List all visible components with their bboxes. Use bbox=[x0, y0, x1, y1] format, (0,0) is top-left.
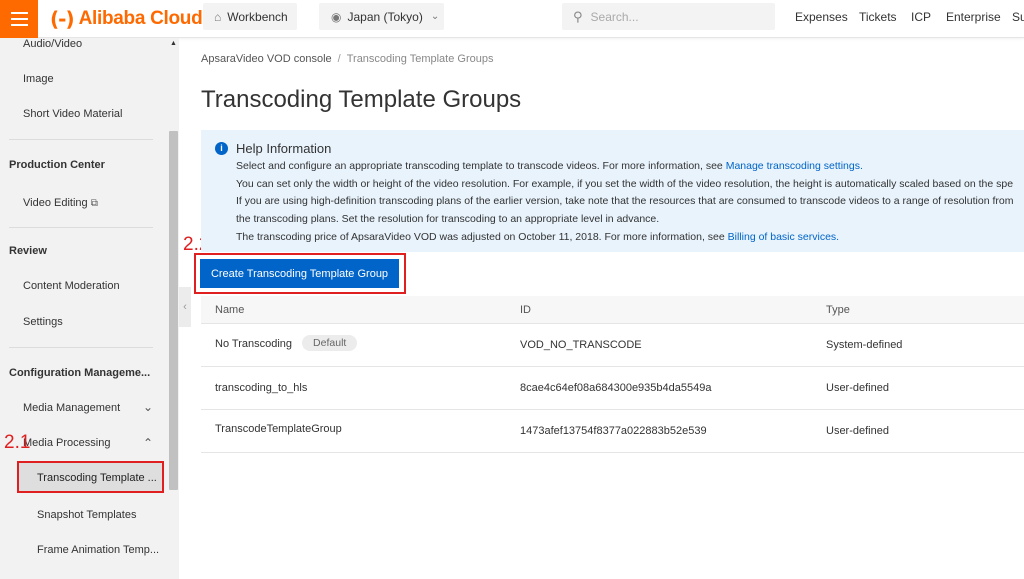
page-title: Transcoding Template Groups bbox=[201, 86, 522, 113]
column-header-name: Name bbox=[215, 304, 245, 316]
top-navigation-bar: (-) Alibaba Cloud ⌂ Workbench ◉ Japan (T… bbox=[0, 0, 1024, 38]
sidebar: Audio/Video ▲ Image Short Video Material… bbox=[0, 38, 179, 579]
table-row[interactable]: transcoding_to_hls 8cae4c64ef08a684300e9… bbox=[201, 367, 1024, 410]
sidebar-item-content-moderation[interactable]: Content Moderation bbox=[23, 280, 120, 292]
manage-transcoding-settings-link[interactable]: Manage transcoding settings. bbox=[726, 160, 863, 172]
row-type: User-defined bbox=[826, 382, 889, 394]
home-icon: ⌂ bbox=[214, 9, 222, 24]
step-annotation-2-1: 2.1 bbox=[4, 432, 31, 453]
region-selector[interactable]: ◉ Japan (Tokyo) ⌄ bbox=[319, 3, 444, 30]
help-line: The transcoding price of ApsaraVideo VOD… bbox=[236, 231, 840, 243]
breadcrumb: ApsaraVideo VOD console / Transcoding Temp… bbox=[201, 53, 493, 65]
sidebar-item-image[interactable]: Image bbox=[23, 73, 54, 85]
enterprise-link[interactable]: Enterprise bbox=[946, 10, 1001, 24]
row-id: VOD_NO_TRANSCODE bbox=[520, 339, 642, 351]
help-title: Help Information bbox=[236, 141, 332, 156]
alibaba-cloud-logo[interactable]: (-) Alibaba Cloud bbox=[50, 6, 203, 32]
sidebar-divider bbox=[9, 347, 153, 348]
sidebar-heading-configuration-management: Configuration Manageme... bbox=[9, 367, 151, 379]
row-name: TranscodeTemplateGroup bbox=[215, 423, 342, 435]
help-line: Select and configure an appropriate tran… bbox=[236, 160, 863, 172]
info-icon: i bbox=[215, 142, 228, 155]
help-line: If you are using high-definition transco… bbox=[236, 195, 1014, 207]
sidebar-item-snapshot-templates[interactable]: Snapshot Templates bbox=[37, 509, 136, 521]
column-header-type: Type bbox=[826, 304, 850, 316]
sidebar-divider bbox=[9, 139, 153, 140]
chevron-left-icon: ‹ bbox=[183, 301, 187, 313]
sidebar-item-frame-animation-templates[interactable]: Frame Animation Temp... bbox=[37, 544, 159, 556]
billing-basic-services-link[interactable]: Billing of basic services. bbox=[728, 231, 839, 243]
row-id: 1473afef13754f8377a022883b52e539 bbox=[520, 425, 707, 437]
search-icon: ⚲ bbox=[573, 8, 583, 24]
row-type: System-defined bbox=[826, 339, 903, 351]
support-link[interactable]: Su bbox=[1012, 10, 1024, 24]
chevron-down-icon[interactable]: ⌄ bbox=[143, 400, 153, 414]
sidebar-heading-review: Review bbox=[9, 245, 47, 257]
chevron-down-icon: ⌄ bbox=[430, 11, 440, 22]
icp-link[interactable]: ICP bbox=[911, 10, 931, 24]
breadcrumb-parent-link[interactable]: ApsaraVideo VOD console bbox=[201, 53, 332, 65]
table-header: Name ID Type bbox=[201, 296, 1024, 324]
row-name: No Transcoding Default bbox=[215, 335, 358, 352]
location-pin-icon: ◉ bbox=[331, 9, 342, 24]
chevron-up-icon[interactable]: ⌃ bbox=[143, 436, 153, 450]
sidebar-item-short-video-material[interactable]: Short Video Material bbox=[23, 108, 122, 120]
sidebar-item-settings[interactable]: Settings bbox=[23, 316, 63, 328]
help-information-panel: i Help Information Select and configure … bbox=[201, 130, 1024, 252]
collapse-sidebar-handle[interactable]: ‹ bbox=[179, 287, 191, 327]
sidebar-scrollbar[interactable] bbox=[169, 131, 178, 490]
template-groups-table: Name ID Type No Transcoding Default VOD_N… bbox=[201, 296, 1024, 453]
external-link-icon: ⧉ bbox=[90, 198, 98, 209]
help-line: the transcoding plans. Set the resolutio… bbox=[236, 213, 660, 225]
row-id: 8cae4c64ef08a684300e935b4da5549a bbox=[520, 382, 712, 394]
search-box[interactable]: ⚲ bbox=[562, 3, 775, 30]
sidebar-item-audio-video[interactable]: Audio/Video bbox=[23, 38, 82, 50]
table-row[interactable]: TranscodeTemplateGroup 1473afef13754f837… bbox=[201, 410, 1024, 453]
column-header-id: ID bbox=[520, 304, 531, 316]
workbench-button[interactable]: ⌂ Workbench bbox=[203, 3, 297, 30]
sidebar-divider bbox=[9, 227, 153, 228]
default-badge: Default bbox=[302, 335, 358, 351]
logo-mark-icon: (-) bbox=[50, 7, 75, 31]
sidebar-item-transcoding-template-groups[interactable]: Transcoding Template ... bbox=[17, 461, 164, 493]
sidebar-item-video-editing[interactable]: Video Editing ⧉ bbox=[23, 197, 98, 209]
sidebar-item-media-processing[interactable]: Media Processing bbox=[23, 437, 110, 449]
tickets-link[interactable]: Tickets bbox=[859, 10, 897, 24]
table-row[interactable]: No Transcoding Default VOD_NO_TRANSCODE S… bbox=[201, 324, 1024, 367]
help-line: You can set only the width or height of … bbox=[236, 178, 1014, 190]
row-name: transcoding_to_hls bbox=[215, 382, 308, 394]
create-transcoding-template-group-button[interactable]: Create Transcoding Template Group bbox=[200, 259, 399, 288]
menu-icon[interactable] bbox=[0, 0, 38, 38]
expenses-link[interactable]: Expenses bbox=[795, 10, 848, 24]
sidebar-item-media-management[interactable]: Media Management bbox=[23, 402, 120, 414]
breadcrumb-separator: / bbox=[337, 53, 341, 65]
row-type: User-defined bbox=[826, 425, 889, 437]
sidebar-heading-production-center: Production Center bbox=[9, 159, 105, 171]
breadcrumb-current: Transcoding Template Groups bbox=[346, 53, 494, 65]
scroll-up-arrow-icon[interactable]: ▲ bbox=[169, 38, 178, 50]
search-input[interactable] bbox=[590, 9, 761, 24]
